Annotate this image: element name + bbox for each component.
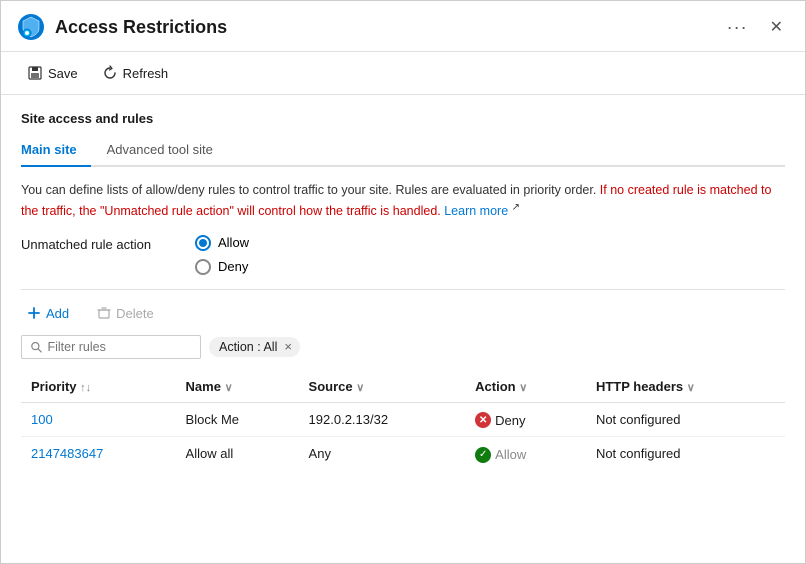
tab-advanced-tool-site[interactable]: Advanced tool site <box>107 136 227 167</box>
col-http-headers: HTTP headers ∨ <box>586 373 785 403</box>
action-label: Deny <box>495 413 525 428</box>
action-sort-icon[interactable]: ∨ <box>519 381 527 394</box>
add-icon <box>27 306 41 320</box>
window-title: Access Restrictions <box>55 17 727 38</box>
col-name: Name ∨ <box>176 373 299 403</box>
cell-priority[interactable]: 2147483647 <box>21 437 176 471</box>
deny-icon: ✕ <box>475 412 491 428</box>
col-action: Action ∨ <box>465 373 586 403</box>
cell-action: ✕ Deny <box>465 402 586 437</box>
tab-main-site[interactable]: Main site <box>21 136 91 167</box>
action-tag-label: Action : All <box>219 340 277 354</box>
access-restrictions-window: Access Restrictions ··· ✕ Save Refresh S… <box>0 0 806 564</box>
cell-name: Block Me <box>176 402 299 437</box>
action-badge: ✕ Deny <box>475 412 525 428</box>
name-sort-icon[interactable]: ∨ <box>225 381 233 394</box>
filter-rules-input[interactable] <box>47 340 192 354</box>
info-text: You can define lists of allow/deny rules… <box>21 181 785 221</box>
title-bar: Access Restrictions ··· ✕ <box>1 1 805 52</box>
actions-row: Add Delete <box>21 302 785 325</box>
unmatched-rule-label: Unmatched rule action <box>21 235 171 252</box>
refresh-icon <box>102 65 118 81</box>
table-header-row: Priority ↑↓ Name ∨ Source ∨ Action ∨ <box>21 373 785 403</box>
add-label: Add <box>46 306 69 321</box>
add-button[interactable]: Add <box>21 302 75 325</box>
action-label: Allow <box>495 447 526 462</box>
col-priority: Priority ↑↓ <box>21 373 176 403</box>
radio-group: Allow Deny <box>195 235 249 275</box>
delete-button[interactable]: Delete <box>91 302 160 325</box>
col-source: Source ∨ <box>299 373 466 403</box>
cell-source: Any <box>299 437 466 471</box>
tabs: Main site Advanced tool site <box>21 136 785 167</box>
action-tag-close-button[interactable]: × <box>284 340 292 353</box>
toolbar: Save Refresh <box>1 52 805 95</box>
delete-label: Delete <box>116 306 154 321</box>
radio-allow[interactable]: Allow <box>195 235 249 251</box>
refresh-label: Refresh <box>123 66 169 81</box>
http-headers-sort-icon[interactable]: ∨ <box>687 381 695 394</box>
radio-deny-label: Deny <box>218 259 248 274</box>
main-content: Site access and rules Main site Advanced… <box>1 95 805 563</box>
priority-sort-icon[interactable]: ↑↓ <box>80 382 91 394</box>
table-row[interactable]: 100Block Me192.0.2.13/32 ✕ Deny Not configu… <box>21 402 785 437</box>
info-text-part1: You can define lists of allow/deny rules… <box>21 183 596 197</box>
cell-http-headers: Not configured <box>586 402 785 437</box>
filter-row: Action : All × <box>21 335 785 359</box>
section-title: Site access and rules <box>21 111 785 126</box>
save-label: Save <box>48 66 78 81</box>
action-filter-tag: Action : All × <box>209 337 300 357</box>
table-row[interactable]: 2147483647Allow allAny ✓ Allow Not configur… <box>21 437 785 471</box>
external-link-icon: ↗ <box>512 202 520 213</box>
rules-table: Priority ↑↓ Name ∨ Source ∨ Action ∨ <box>21 373 785 471</box>
radio-allow-label: Allow <box>218 235 249 250</box>
cell-priority[interactable]: 100 <box>21 402 176 437</box>
cell-action: ✓ Allow <box>465 437 586 471</box>
refresh-button[interactable]: Refresh <box>92 60 179 86</box>
divider <box>21 289 785 290</box>
search-icon <box>30 340 42 354</box>
source-sort-icon[interactable]: ∨ <box>356 381 364 394</box>
save-icon <box>27 65 43 81</box>
filter-input-wrap <box>21 335 201 359</box>
cell-name: Allow all <box>176 437 299 471</box>
more-options-button[interactable]: ··· <box>727 17 748 38</box>
close-button[interactable]: ✕ <box>764 15 789 39</box>
radio-allow-circle <box>195 235 211 251</box>
radio-deny[interactable]: Deny <box>195 259 249 275</box>
save-button[interactable]: Save <box>17 60 88 86</box>
unmatched-rule-section: Unmatched rule action Allow Deny <box>21 235 785 275</box>
cell-source: 192.0.2.13/32 <box>299 402 466 437</box>
radio-deny-circle <box>195 259 211 275</box>
learn-more-link[interactable]: Learn more <box>444 204 508 218</box>
cell-http-headers: Not configured <box>586 437 785 471</box>
app-service-icon <box>17 13 45 41</box>
delete-icon <box>97 306 111 320</box>
allow-icon: ✓ <box>475 447 491 463</box>
action-badge: ✓ Allow <box>475 447 526 463</box>
